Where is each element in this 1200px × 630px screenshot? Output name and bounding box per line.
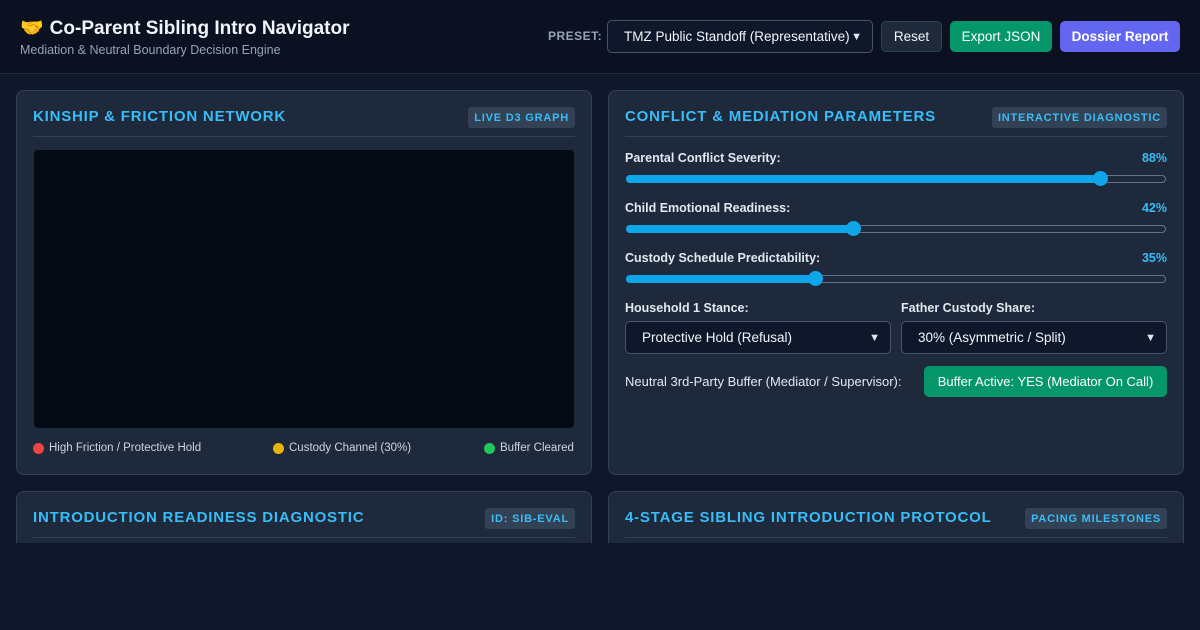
protocol-panel: 4-STAGE SIBLING INTRODUCTION PROTOCOL PA… — [608, 491, 1184, 543]
chevron-down-icon: ▼ — [1145, 331, 1156, 344]
buffer-toggle-button[interactable]: Buffer Active: YES (Mediator On Call) — [924, 366, 1167, 397]
readiness-panel-title: INTRODUCTION READINESS DIAGNOSTIC — [33, 509, 365, 526]
divider — [625, 537, 1167, 538]
top-bar: 🤝 Co-Parent Sibling Intro Navigator Media… — [0, 0, 1200, 74]
legend-item-custody-channel: Custody Channel (30%) — [273, 442, 411, 454]
legend-label: High Friction / Protective Hold — [49, 442, 202, 454]
emotional-readiness-slider[interactable] — [626, 221, 1166, 236]
preset-select[interactable]: TMZ Public Standoff (Representative) ▼ — [607, 20, 873, 53]
slider-thumb[interactable] — [1093, 171, 1109, 186]
slider-fill — [626, 225, 852, 233]
readiness-panel: INTRODUCTION READINESS DIAGNOSTIC ID: SI… — [16, 491, 592, 543]
custody-share-label: Father Custody Share: — [901, 301, 1036, 315]
slider-thumb[interactable] — [808, 271, 824, 286]
legend-label: Custody Channel (30%) — [289, 442, 412, 454]
parameters-panel-title: CONFLICT & MEDIATION PARAMETERS — [625, 108, 936, 125]
chevron-down-icon: ▼ — [851, 30, 862, 43]
schedule-predictability-slider[interactable] — [626, 271, 1166, 286]
app-title: 🤝 Co-Parent Sibling Intro Navigator — [20, 16, 349, 40]
app-title-text: Co-Parent Sibling Intro Navigator — [49, 18, 350, 39]
protocol-panel-badge: PACING MILESTONES — [1025, 508, 1167, 529]
network-graph-canvas[interactable] — [34, 150, 574, 428]
divider — [33, 136, 575, 137]
household-stance-label: Household 1 Stance: — [625, 301, 749, 315]
legend-item-high-friction: High Friction / Protective Hold — [33, 442, 201, 454]
slider-fill — [626, 275, 815, 283]
app-subtitle: Mediation & Neutral Boundary Decision En… — [20, 43, 281, 57]
readiness-panel-badge: ID: SIB-EVAL — [485, 508, 575, 529]
parameters-panel: CONFLICT & MEDIATION PARAMETERS INTERACT… — [608, 90, 1184, 475]
schedule-predictability-value: 35% — [1141, 251, 1167, 265]
network-panel-badge: LIVE D3 GRAPH — [468, 107, 575, 128]
conflict-severity-label: Parental Conflict Severity: — [625, 151, 781, 165]
preset-select-value: TMZ Public Standoff (Representative) — [624, 29, 850, 44]
divider — [625, 136, 1167, 137]
network-panel-title: KINSHIP & FRICTION NETWORK — [33, 108, 287, 125]
legend-item-buffer-cleared: Buffer Cleared — [484, 442, 574, 454]
yellow-dot-icon — [273, 442, 284, 454]
parameters-panel-badge: INTERACTIVE DIAGNOSTIC — [991, 107, 1167, 128]
emotional-readiness-label: Child Emotional Readiness: — [625, 201, 791, 215]
custody-share-select[interactable]: 30% (Asymmetric / Split) ▼ — [901, 321, 1167, 354]
green-dot-icon — [484, 442, 495, 454]
conflict-severity-value: 88% — [1141, 151, 1167, 165]
legend-label: Buffer Cleared — [500, 442, 574, 454]
red-dot-icon — [33, 442, 44, 454]
export-json-button[interactable]: Export JSON — [950, 21, 1052, 52]
handshake-icon: 🤝 — [20, 18, 44, 39]
buffer-label: Neutral 3rd-Party Buffer (Mediator / Sup… — [625, 374, 902, 389]
slider-fill — [626, 175, 1100, 183]
emotional-readiness-value: 42% — [1141, 201, 1167, 215]
schedule-predictability-label: Custody Schedule Predictability: — [625, 251, 821, 265]
divider — [33, 537, 575, 538]
chevron-down-icon: ▼ — [869, 331, 880, 344]
slider-thumb[interactable] — [845, 221, 861, 236]
household-stance-select[interactable]: Protective Hold (Refusal) ▼ — [625, 321, 891, 354]
household-stance-value: Protective Hold (Refusal) — [642, 330, 793, 345]
preset-label: PRESET: — [548, 29, 603, 43]
conflict-severity-slider[interactable] — [626, 171, 1166, 186]
dossier-report-button[interactable]: Dossier Report — [1060, 21, 1180, 52]
custody-share-value: 30% (Asymmetric / Split) — [918, 330, 1066, 345]
network-panel: KINSHIP & FRICTION NETWORK LIVE D3 GRAPH… — [16, 90, 592, 475]
reset-button[interactable]: Reset — [881, 21, 942, 52]
protocol-panel-title: 4-STAGE SIBLING INTRODUCTION PROTOCOL — [625, 509, 992, 526]
